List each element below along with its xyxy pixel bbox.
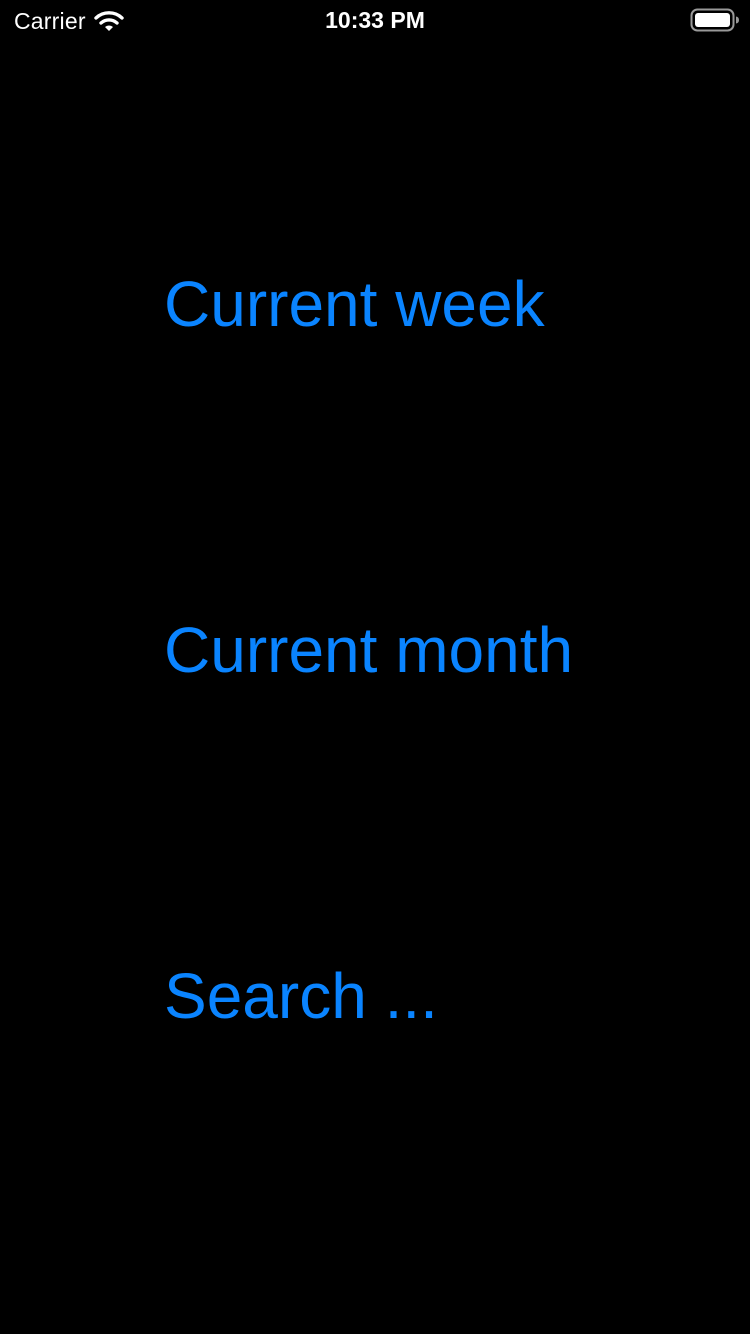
current-month-button[interactable]: Current month xyxy=(164,612,573,688)
status-time: 10:33 PM xyxy=(325,7,425,33)
current-week-button[interactable]: Current week xyxy=(164,266,545,342)
battery-icon xyxy=(690,8,740,32)
status-bar: Carrier 10:33 PM xyxy=(0,0,750,40)
search-button[interactable]: Search ... xyxy=(164,958,438,1034)
